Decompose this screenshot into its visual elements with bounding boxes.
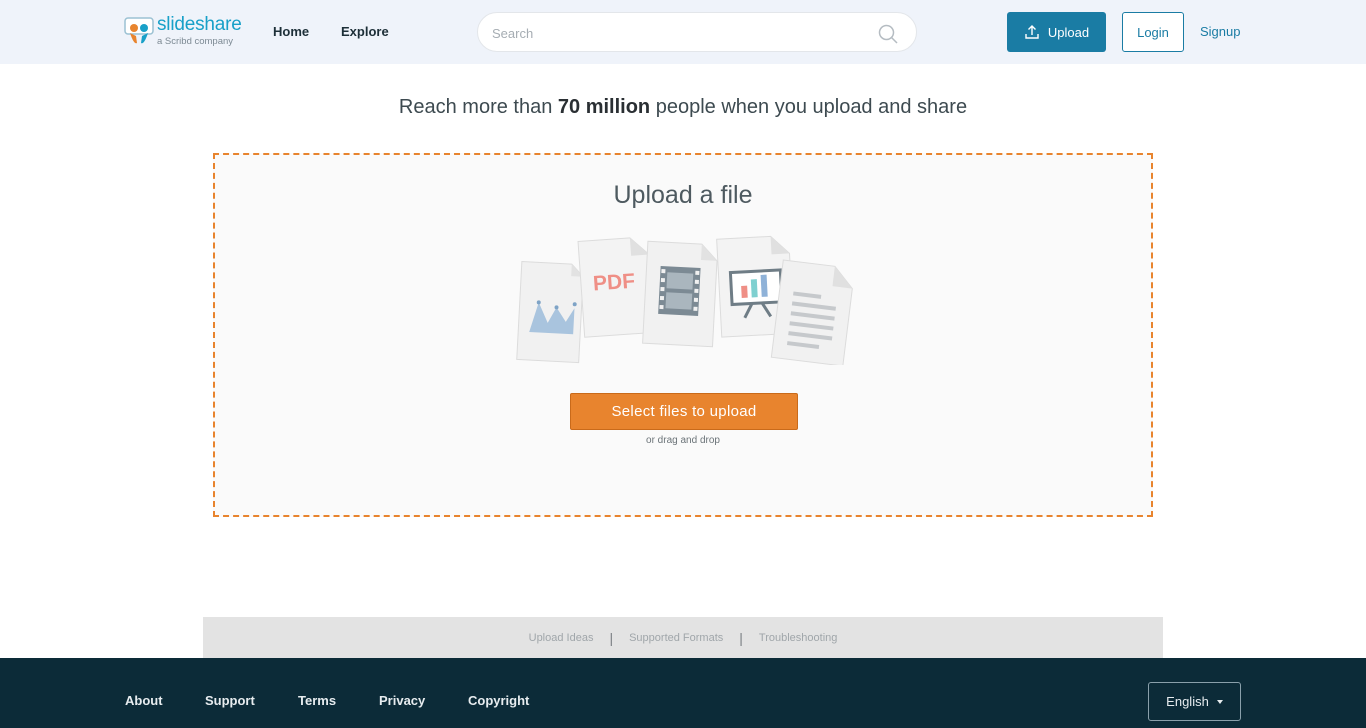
select-files-button[interactable]: Select files to upload	[570, 393, 798, 430]
signup-link[interactable]: Signup	[1200, 24, 1240, 39]
help-link-separator: |	[739, 629, 743, 646]
nav-home[interactable]: Home	[273, 24, 309, 39]
file-types-illustration: PDF	[516, 235, 853, 365]
footer-link-terms[interactable]: Terms	[298, 693, 336, 708]
slideshare-logo-icon	[124, 17, 154, 44]
upload-button-label: Upload	[1047, 24, 1090, 40]
tagline-suffix: people when you upload and share	[650, 96, 968, 118]
search-icon[interactable]	[878, 24, 898, 44]
video-document-icon	[642, 240, 718, 348]
upload-icon	[1025, 25, 1039, 39]
footer-link-copyright[interactable]: Copyright	[468, 693, 529, 708]
upload-button[interactable]: Upload	[1007, 12, 1106, 52]
footer-link-privacy[interactable]: Privacy	[379, 693, 425, 708]
language-label: English	[1166, 694, 1209, 709]
language-selector[interactable]: English	[1148, 682, 1241, 721]
dropzone-title: Upload a file	[613, 181, 753, 209]
help-link-separator: |	[609, 629, 614, 646]
chart-document-icon	[516, 260, 584, 364]
logo-wordmark: slideshare	[157, 14, 242, 35]
tagline-prefix: Reach more than	[398, 96, 558, 118]
logo-subtitle: a Scribd company	[157, 36, 234, 47]
slideshare-logo[interactable]: slideshare a Scribd company	[124, 14, 244, 49]
page-footer: About Support Terms Privacy Copyright En…	[0, 658, 1366, 728]
help-links-bar: Upload Ideas | Supported Formats | Troub…	[203, 617, 1163, 658]
nav-explore[interactable]: Explore	[341, 24, 389, 39]
top-header: slideshare a Scribd company Home Explore…	[0, 0, 1366, 64]
login-button[interactable]: Login	[1122, 12, 1184, 52]
drag-drop-hint: or drag and drop	[646, 435, 720, 446]
help-link-upload-ideas[interactable]: Upload Ideas	[529, 632, 594, 644]
page-tagline: Reach more than 70 million people when y…	[0, 96, 1366, 119]
search-input[interactable]	[492, 23, 862, 43]
file-dropzone[interactable]: Upload a file PDF Select files to upload…	[213, 153, 1153, 517]
tagline-highlight: 70 million	[557, 96, 651, 118]
search-box	[477, 12, 917, 52]
help-link-troubleshooting[interactable]: Troubleshooting	[759, 632, 837, 644]
help-link-supported-formats[interactable]: Supported Formats	[629, 632, 723, 644]
pdf-document-icon: PDF	[577, 237, 656, 338]
footer-link-about[interactable]: About	[125, 693, 163, 708]
caret-down-icon	[1216, 699, 1223, 704]
text-document-icon	[770, 259, 853, 365]
footer-link-support[interactable]: Support	[205, 693, 255, 708]
pdf-label: PDF	[592, 270, 636, 296]
